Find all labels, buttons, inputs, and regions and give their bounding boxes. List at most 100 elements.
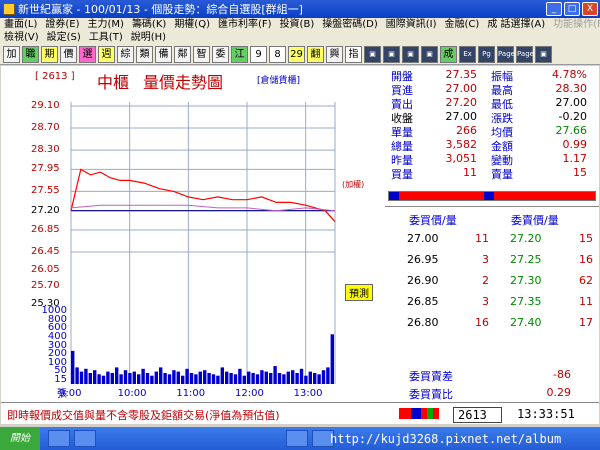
quote-value: 27.00 [445,82,478,95]
bid-volume[interactable]: 16 [457,316,489,329]
main-area: [ 2613 ] 中櫃 量價走勢圖 [倉儲貨櫃] 29.10 28.70 28.30… [1,66,599,424]
volume-bar [101,375,106,384]
taskbar-app-slot[interactable] [48,430,70,447]
bid-volume[interactable]: 11 [457,232,489,245]
toolbar-button-1[interactable]: 職 [22,45,39,63]
ask-price[interactable]: 27.25 [510,253,542,266]
toolbar-button-4[interactable]: 選 [79,45,96,63]
quote-value: 27.66 [555,124,588,137]
bid-price[interactable]: 27.00 [407,232,439,245]
ask-volume[interactable]: 15 [561,232,593,245]
menu-item-8[interactable]: 國際資訊(I) [382,18,441,31]
toolbar-button-25[interactable]: Pg [478,45,495,63]
menu-item-0[interactable]: 畫面(L) [0,18,41,31]
ask-header: 委賣價/量 [511,214,559,227]
bid-volume[interactable]: 3 [457,295,489,308]
ask-volume[interactable]: 16 [561,253,593,266]
volume-bar [260,370,264,384]
menu-item-0[interactable]: 檢視(V) [0,31,43,44]
toolbar-button-6[interactable]: 綜 [117,45,134,63]
toolbar-button-21[interactable]: ▣ [402,45,419,63]
start-button[interactable]: 開始 [0,427,40,450]
ask-volume[interactable]: 17 [561,316,593,329]
volume-bar [176,371,180,384]
toolbar: 加職期價選週綜類備鄰智委江 9 8 29 翻興指 ▣ ▣ ▣ ▣ 成 Ex Pg Page Page ▣ [0,44,600,65]
toolbar-button-28[interactable]: ▣ [535,45,552,63]
toolbar-button-15[interactable]: 29 [288,45,305,63]
volume-bar [159,367,163,384]
volume-bar [225,371,229,384]
toolbar-button-14[interactable]: 8 [269,45,286,63]
toolbar-button-10[interactable]: 智 [193,45,210,63]
menu-item-7[interactable]: 操盤密碼(D) [318,18,382,31]
status-color-tag [399,408,439,419]
toolbar-button-18[interactable]: 指 [345,45,362,63]
volume-bar [110,373,114,384]
toolbar-button-26[interactable]: Page [497,45,515,63]
toolbar-button-16[interactable]: 翻 [307,45,324,63]
menu-item-11[interactable]: 功能操作(F) [549,18,600,31]
toolbar-button-2[interactable]: 期 [41,45,58,63]
menu-item-2[interactable]: 主力(M) [84,18,128,31]
toolbar-button-24[interactable]: Ex [459,45,476,63]
menu-item-3[interactable]: 說明(H) [127,31,170,44]
ask-price[interactable]: 27.30 [510,274,542,287]
volume-bar [128,373,132,384]
menu-item-10[interactable]: 成 話選擇(A) [483,18,549,31]
menu-item-1[interactable]: 設定(S) [43,31,85,44]
restore-button[interactable]: □ [564,2,580,16]
menu-item-6[interactable]: 投資(B) [276,18,319,31]
stock-code-input[interactable]: 2613 [453,407,502,423]
toolbar-button-12[interactable]: 江 [231,45,248,63]
toolbar-button-22[interactable]: ▣ [421,45,438,63]
ask-price[interactable]: 27.40 [510,316,542,329]
bid-price[interactable]: 26.80 [407,316,439,329]
toolbar-button-27[interactable]: Page [516,45,534,63]
ask-volume[interactable]: 62 [561,274,593,287]
toolbar-button-7[interactable]: 類 [136,45,153,63]
toolbar-button-8[interactable]: 備 [155,45,172,63]
toolbar-button-9[interactable]: 鄰 [174,45,191,63]
toolbar-button-5[interactable]: 週 [98,45,115,63]
window-title: 新世紀贏家 - 100/01/13 - 個股走勢：綜合自選股[群組一] [18,3,303,16]
menu-item-2[interactable]: 工具(T) [85,31,127,44]
quote-panel: 開盤 27.35 振幅 4.78% 買進 27.00 最高 28.30 賣出 27.20 最低 27.… [385,66,599,424]
toolbar-button-19[interactable]: ▣ [364,45,381,63]
bid-volume[interactable]: 2 [457,274,489,287]
quote-value: 27.35 [445,68,478,81]
volume-bar [75,367,79,384]
menu-item-9[interactable]: 金融(C) [441,18,484,31]
ask-price[interactable]: 27.20 [510,232,542,245]
toolbar-button-0[interactable]: 加 [3,45,20,63]
bid-price[interactable]: 26.95 [407,253,439,266]
volume-bar [299,368,304,384]
toolbar-button-3[interactable]: 價 [60,45,77,63]
volume-bar [167,374,172,384]
menu-item-4[interactable]: 期權(Q) [170,18,214,31]
quote-value: 11 [463,166,477,179]
menu-item-3[interactable]: 籌碼(K) [128,18,170,31]
volume-bar [220,367,224,384]
toolbar-button-11[interactable]: 委 [212,45,229,63]
taskbar-app-slot[interactable] [74,430,96,447]
bid-price[interactable]: 26.90 [407,274,439,287]
ask-price[interactable]: 27.35 [510,295,542,308]
menu-item-5[interactable]: 匯市利率(F) [214,18,276,31]
volume-bar [229,373,233,384]
toolbar-button-17[interactable]: 興 [326,45,343,63]
volume-bar [269,373,273,384]
price-volume-chart[interactable] [1,66,385,424]
quote-label: 買量 [391,168,413,181]
ask-volume[interactable]: 11 [561,295,593,308]
toolbar-button-13[interactable]: 9 [250,45,267,63]
menu-item-1[interactable]: 證券(E) [41,18,83,31]
close-button[interactable]: X [582,2,598,16]
toolbar-button-20[interactable]: ▣ [383,45,400,63]
volume-bar [106,371,110,384]
bid-price[interactable]: 26.85 [407,295,439,308]
minimize-button[interactable]: _ [546,2,562,16]
taskbar-app-slot[interactable] [286,430,308,447]
bid-ask-diff-value: -86 [553,368,571,381]
bid-volume[interactable]: 3 [457,253,489,266]
toolbar-button-23[interactable]: 成 [440,45,457,63]
